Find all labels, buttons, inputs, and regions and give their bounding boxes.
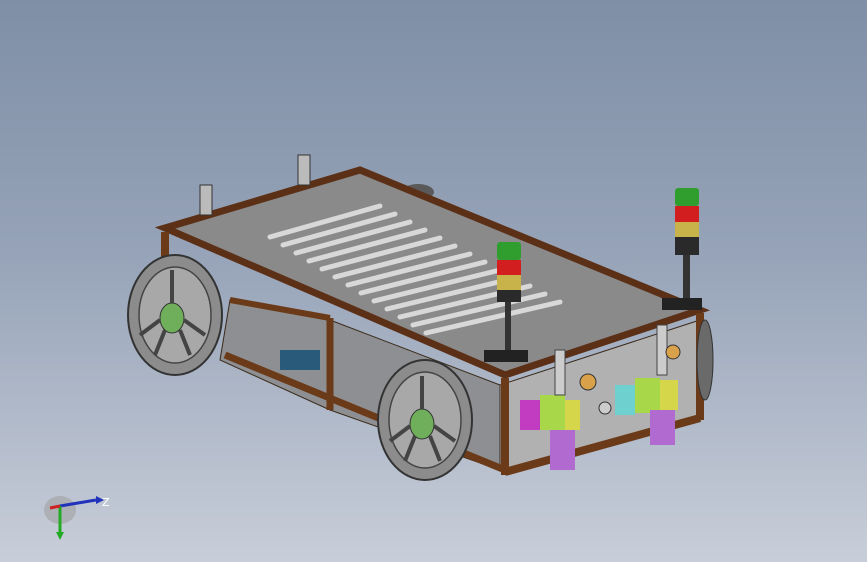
z-axis-label: Z xyxy=(102,496,110,509)
signal-tower-2 xyxy=(662,188,702,310)
robot-chassis-model[interactable] xyxy=(0,0,867,562)
left-wheel xyxy=(127,254,223,376)
front-wheel xyxy=(377,359,473,481)
inner-component xyxy=(280,350,320,370)
wheel-hub xyxy=(409,408,435,440)
x-axis-arrow xyxy=(49,504,61,510)
rear-right-wheel xyxy=(696,319,714,401)
orientation-triad: Z xyxy=(44,496,110,540)
3d-graphics-viewport[interactable]: Z xyxy=(0,0,867,562)
wheel-hub xyxy=(159,302,185,334)
